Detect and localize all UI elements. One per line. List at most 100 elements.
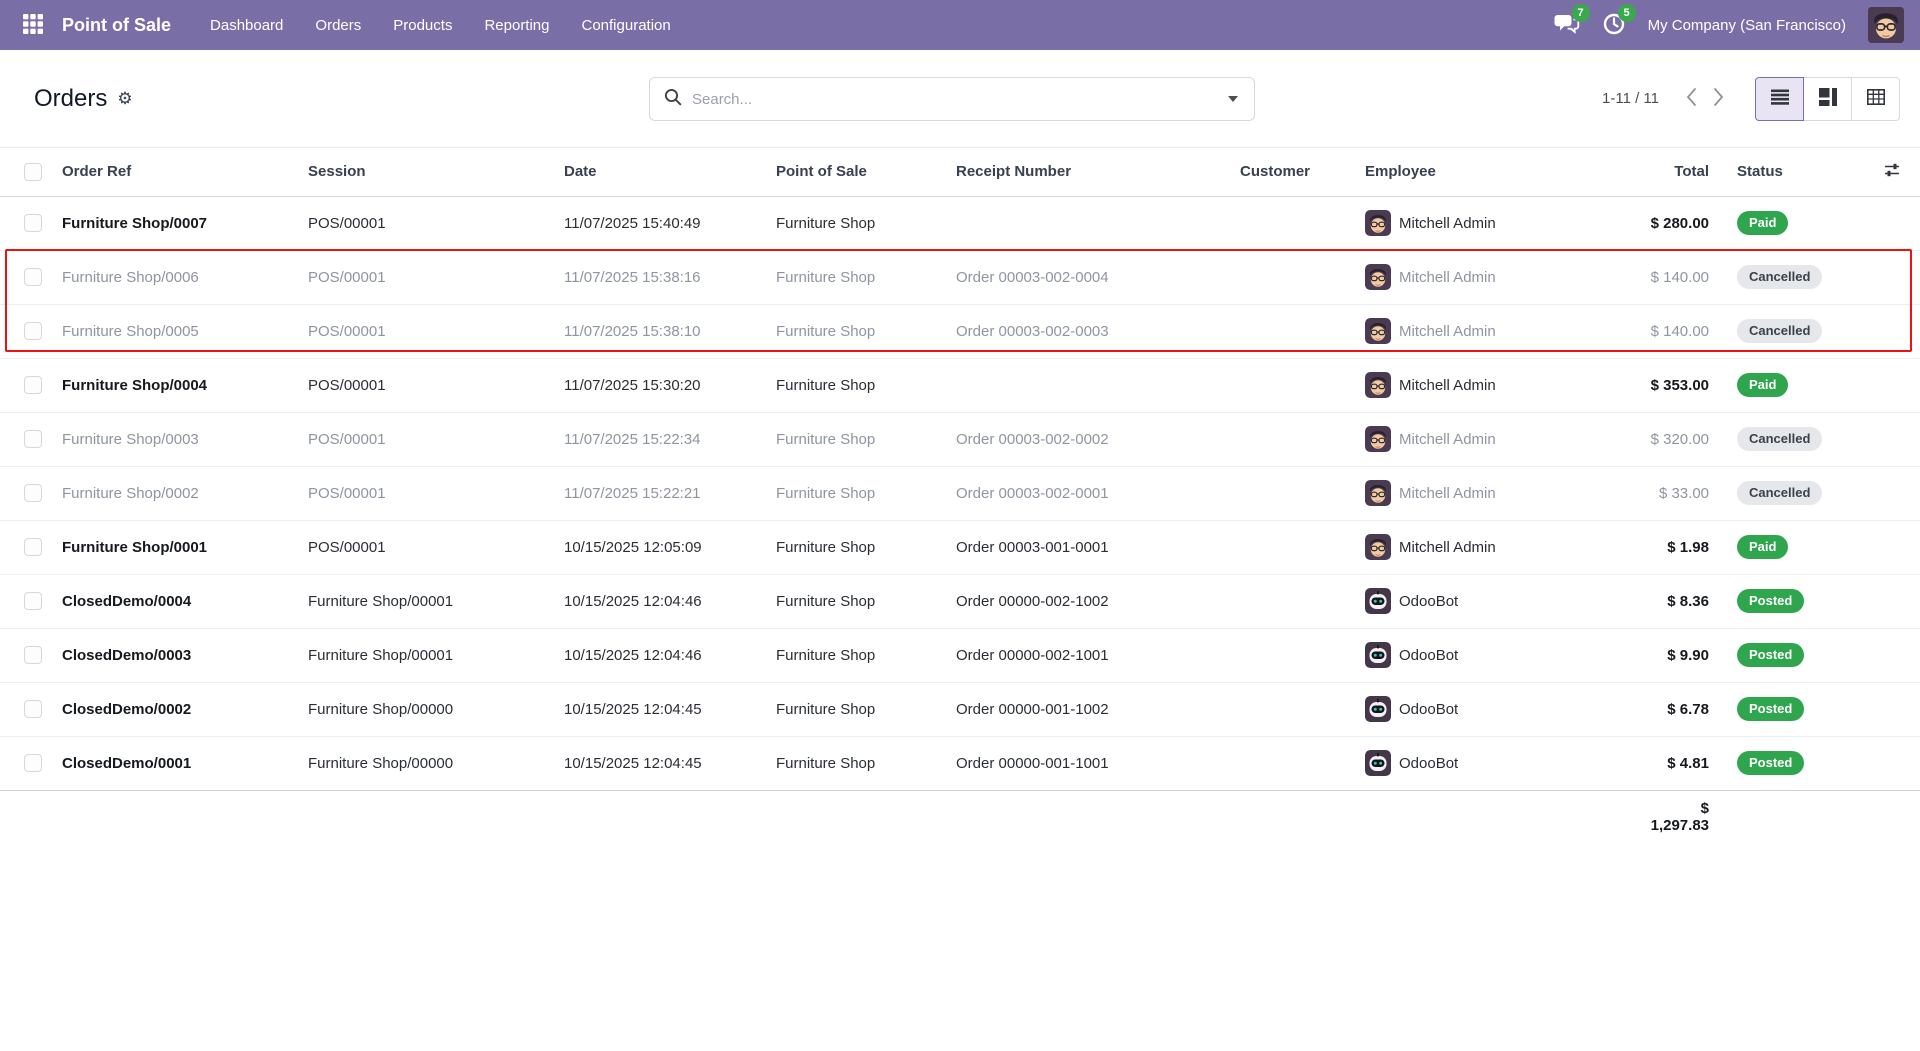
employee-name: OdooBot: [1399, 647, 1458, 664]
adjust-columns-icon: [1884, 166, 1900, 181]
messages-count-badge: 7: [1572, 4, 1590, 22]
cell-point-of-sale: Furniture Shop: [762, 250, 942, 304]
company-switcher[interactable]: My Company (San Francisco): [1648, 17, 1846, 34]
status-badge: Posted: [1737, 589, 1804, 613]
table-row[interactable]: Furniture Shop/0005 POS/00001 11/07/2025…: [0, 304, 1920, 358]
cell-status: Paid: [1723, 196, 1860, 250]
row-checkbox[interactable]: [24, 592, 42, 610]
cell-total: $ 8.36: [1631, 574, 1723, 628]
chevron-down-icon: [1228, 96, 1238, 102]
table-row[interactable]: Furniture Shop/0002 POS/00001 11/07/2025…: [0, 466, 1920, 520]
cell-receipt-number: Order 00000-002-1002: [942, 574, 1226, 628]
activities-button[interactable]: 5: [1602, 12, 1626, 39]
apps-menu-button[interactable]: [14, 6, 52, 44]
employee-avatar-mitchell: [1365, 210, 1391, 236]
employee-name: Mitchell Admin: [1399, 323, 1496, 340]
cell-order-ref: Furniture Shop/0004: [48, 358, 294, 412]
cell-order-ref: Furniture Shop/0001: [48, 520, 294, 574]
table-row[interactable]: Furniture Shop/0001 POS/00001 10/15/2025…: [0, 520, 1920, 574]
cell-date: 11/07/2025 15:22:34: [550, 412, 762, 466]
cell-point-of-sale: Furniture Shop: [762, 682, 942, 736]
pager-range[interactable]: 1-11 / 11: [1602, 90, 1659, 107]
employee-name: Mitchell Admin: [1399, 485, 1496, 502]
menu-orders[interactable]: Orders: [302, 10, 374, 41]
table-row[interactable]: ClosedDemo/0001 Furniture Shop/00000 10/…: [0, 736, 1920, 790]
search-dropdown-toggle[interactable]: [1224, 90, 1242, 108]
cell-status: Cancelled: [1723, 250, 1860, 304]
column-header-employee[interactable]: Employee: [1351, 148, 1631, 196]
employee-avatar-mitchell: [1365, 264, 1391, 290]
row-checkbox[interactable]: [24, 214, 42, 232]
row-checkbox[interactable]: [24, 376, 42, 394]
cell-status: Posted: [1723, 736, 1860, 790]
cell-customer: [1226, 412, 1351, 466]
cell-session: Furniture Shop/00000: [294, 682, 550, 736]
cell-session: POS/00001: [294, 412, 550, 466]
row-checkbox[interactable]: [24, 700, 42, 718]
menu-reporting[interactable]: Reporting: [471, 10, 562, 41]
menu-products[interactable]: Products: [380, 10, 465, 41]
status-badge: Posted: [1737, 697, 1804, 721]
cell-status: Posted: [1723, 574, 1860, 628]
cell-customer: [1226, 250, 1351, 304]
cell-customer: [1226, 358, 1351, 412]
employee-name: Mitchell Admin: [1399, 431, 1496, 448]
pivot-view-button[interactable]: [1851, 77, 1900, 121]
messages-button[interactable]: 7: [1554, 12, 1580, 39]
list-view-button[interactable]: [1755, 77, 1804, 121]
select-all-checkbox[interactable]: [24, 163, 42, 181]
cell-total: $ 320.00: [1631, 412, 1723, 466]
topbar-right: 7 5 My Company (San Francisco): [1554, 7, 1904, 43]
user-avatar: [1868, 31, 1904, 43]
table-row[interactable]: Furniture Shop/0007 POS/00001 11/07/2025…: [0, 196, 1920, 250]
table-row[interactable]: Furniture Shop/0003 POS/00001 11/07/2025…: [0, 412, 1920, 466]
row-checkbox[interactable]: [24, 430, 42, 448]
menu-dashboard[interactable]: Dashboard: [197, 10, 296, 41]
row-checkbox[interactable]: [24, 646, 42, 664]
cell-receipt-number: Order 00000-001-1002: [942, 682, 1226, 736]
menu-configuration[interactable]: Configuration: [569, 10, 684, 41]
row-checkbox[interactable]: [24, 268, 42, 286]
status-badge: Paid: [1737, 373, 1788, 397]
row-checkbox[interactable]: [24, 754, 42, 772]
column-header-date[interactable]: Date: [550, 148, 762, 196]
column-header-status[interactable]: Status: [1723, 148, 1860, 196]
search-input[interactable]: [692, 91, 1224, 108]
apps-grid-icon: [22, 13, 44, 38]
user-menu-button[interactable]: [1868, 7, 1904, 43]
cell-customer: [1226, 196, 1351, 250]
optional-columns-button[interactable]: [1884, 162, 1900, 181]
cell-date: 10/15/2025 12:04:45: [550, 682, 762, 736]
table-row[interactable]: ClosedDemo/0002 Furniture Shop/00000 10/…: [0, 682, 1920, 736]
kanban-view-button[interactable]: [1803, 77, 1852, 121]
row-checkbox[interactable]: [24, 322, 42, 340]
cell-point-of-sale: Furniture Shop: [762, 412, 942, 466]
column-header-customer[interactable]: Customer: [1226, 148, 1351, 196]
row-checkbox[interactable]: [24, 484, 42, 502]
cell-point-of-sale: Furniture Shop: [762, 736, 942, 790]
pager-previous-button[interactable]: [1677, 83, 1705, 114]
column-header-point-of-sale[interactable]: Point of Sale: [762, 148, 942, 196]
table-row[interactable]: Furniture Shop/0006 POS/00001 11/07/2025…: [0, 250, 1920, 304]
column-header-total[interactable]: Total: [1631, 148, 1723, 196]
cell-total: $ 6.78: [1631, 682, 1723, 736]
gear-icon: ⚙: [117, 89, 132, 108]
actions-gear-button[interactable]: ⚙: [117, 90, 132, 107]
table-row[interactable]: Furniture Shop/0004 POS/00001 11/07/2025…: [0, 358, 1920, 412]
cell-order-ref: ClosedDemo/0003: [48, 628, 294, 682]
table-row[interactable]: ClosedDemo/0003 Furniture Shop/00001 10/…: [0, 628, 1920, 682]
column-header-session[interactable]: Session: [294, 148, 550, 196]
cell-receipt-number: Order 00000-002-1001: [942, 628, 1226, 682]
pager-next-button[interactable]: [1705, 83, 1733, 114]
cell-point-of-sale: Furniture Shop: [762, 520, 942, 574]
cell-date: 11/07/2025 15:38:16: [550, 250, 762, 304]
cell-status: Cancelled: [1723, 304, 1860, 358]
cell-total: $ 140.00: [1631, 304, 1723, 358]
table-row[interactable]: ClosedDemo/0004 Furniture Shop/00001 10/…: [0, 574, 1920, 628]
app-name[interactable]: Point of Sale: [62, 15, 171, 36]
cell-receipt-number: Order 00003-001-0001: [942, 520, 1226, 574]
employee-name: OdooBot: [1399, 593, 1458, 610]
column-header-receipt-number[interactable]: Receipt Number: [942, 148, 1226, 196]
column-header-order-ref[interactable]: Order Ref: [48, 148, 294, 196]
row-checkbox[interactable]: [24, 538, 42, 556]
